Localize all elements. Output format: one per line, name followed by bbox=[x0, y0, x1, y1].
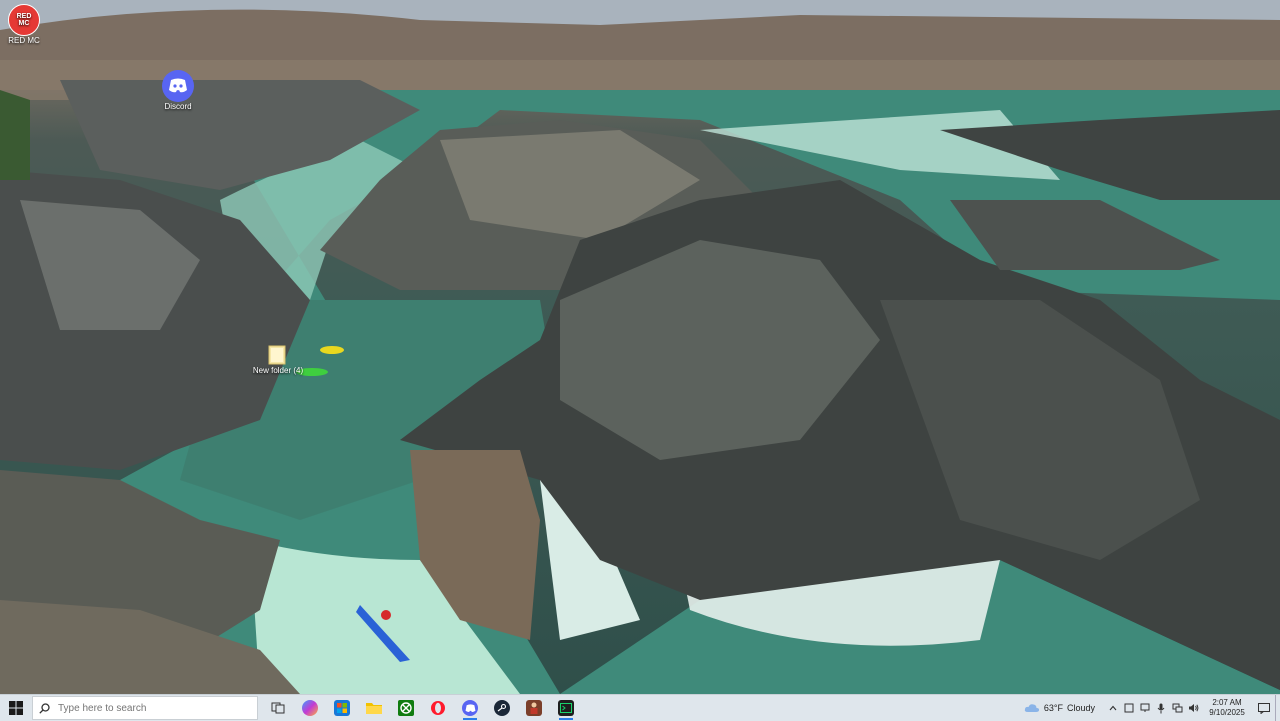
folder-icon bbox=[366, 703, 382, 714]
windows-logo-icon bbox=[9, 701, 23, 715]
taskbar-clock[interactable]: 2:07 AM 9/10/2025 bbox=[1205, 698, 1249, 718]
tray-app-icon[interactable] bbox=[1121, 695, 1137, 721]
microphone-icon bbox=[1157, 703, 1165, 713]
tray-monitor-icon-button[interactable] bbox=[1137, 695, 1153, 721]
show-desktop-button[interactable] bbox=[1275, 695, 1280, 721]
notifications-button[interactable] bbox=[1253, 695, 1275, 721]
red-mc-icon: RED MC bbox=[8, 4, 40, 36]
taskbar-search-box[interactable] bbox=[32, 696, 258, 720]
weather-widget[interactable]: 63°F Cloudy bbox=[1024, 703, 1095, 713]
monitor-icon bbox=[1140, 703, 1150, 712]
desktop-icon-red-mc[interactable]: RED MC RED MC bbox=[0, 4, 54, 45]
taskbar: 63°F Cloudy 2:07 AM 9/10/2025 bbox=[0, 694, 1280, 721]
taskbar-opera[interactable] bbox=[422, 695, 454, 721]
taskbar-discord[interactable] bbox=[454, 695, 486, 721]
steam-icon bbox=[494, 700, 510, 716]
xbox-icon bbox=[398, 700, 414, 716]
weather-temp: 63°F bbox=[1043, 703, 1063, 713]
volume-icon bbox=[1188, 704, 1198, 712]
taskbar-copilot[interactable] bbox=[294, 695, 326, 721]
opera-icon bbox=[431, 701, 445, 715]
network-button[interactable] bbox=[1169, 695, 1185, 721]
desktop-icon-discord[interactable]: Discord bbox=[148, 70, 208, 111]
clock-time: 2:07 AM bbox=[1212, 698, 1242, 707]
weather-condition: Cloudy bbox=[1066, 703, 1095, 713]
taskbar-file-explorer[interactable] bbox=[358, 695, 390, 721]
microphone-button[interactable] bbox=[1153, 695, 1169, 721]
tray-window-icon bbox=[1124, 703, 1134, 713]
discord-icon bbox=[162, 70, 194, 102]
folder-icon bbox=[267, 344, 289, 366]
start-button[interactable] bbox=[0, 695, 32, 721]
terminal-icon bbox=[558, 700, 574, 716]
taskbar-xbox[interactable] bbox=[390, 695, 422, 721]
show-hidden-icons-button[interactable] bbox=[1105, 695, 1121, 721]
desktop-icon-label: Discord bbox=[164, 102, 192, 111]
task-view-icon bbox=[271, 702, 285, 714]
taskbar-microsoft-store[interactable] bbox=[326, 695, 358, 721]
taskbar-task-view[interactable] bbox=[262, 695, 294, 721]
desktop-icon-new-folder[interactable]: New folder (4) bbox=[248, 344, 308, 375]
taskbar-terminal[interactable] bbox=[550, 695, 582, 721]
system-tray: 63°F Cloudy 2:07 AM 9/10/2025 bbox=[1024, 695, 1280, 721]
store-icon bbox=[334, 700, 350, 716]
search-icon bbox=[39, 702, 50, 714]
clock-date: 9/10/2025 bbox=[1209, 708, 1245, 717]
game-icon bbox=[526, 700, 542, 716]
taskbar-apps bbox=[262, 695, 582, 721]
network-icon bbox=[1172, 703, 1182, 713]
chevron-up-icon bbox=[1109, 705, 1117, 711]
notification-icon bbox=[1258, 702, 1270, 714]
taskbar-steam[interactable] bbox=[486, 695, 518, 721]
volume-button[interactable] bbox=[1185, 695, 1201, 721]
taskbar-game[interactable] bbox=[518, 695, 550, 721]
copilot-icon bbox=[302, 700, 318, 716]
desktop-icon-label: New folder (4) bbox=[252, 366, 304, 375]
cloud-icon bbox=[1024, 704, 1039, 712]
search-input[interactable] bbox=[56, 701, 250, 715]
desktop-icon-label: RED MC bbox=[8, 36, 40, 45]
discord-icon bbox=[462, 700, 478, 716]
